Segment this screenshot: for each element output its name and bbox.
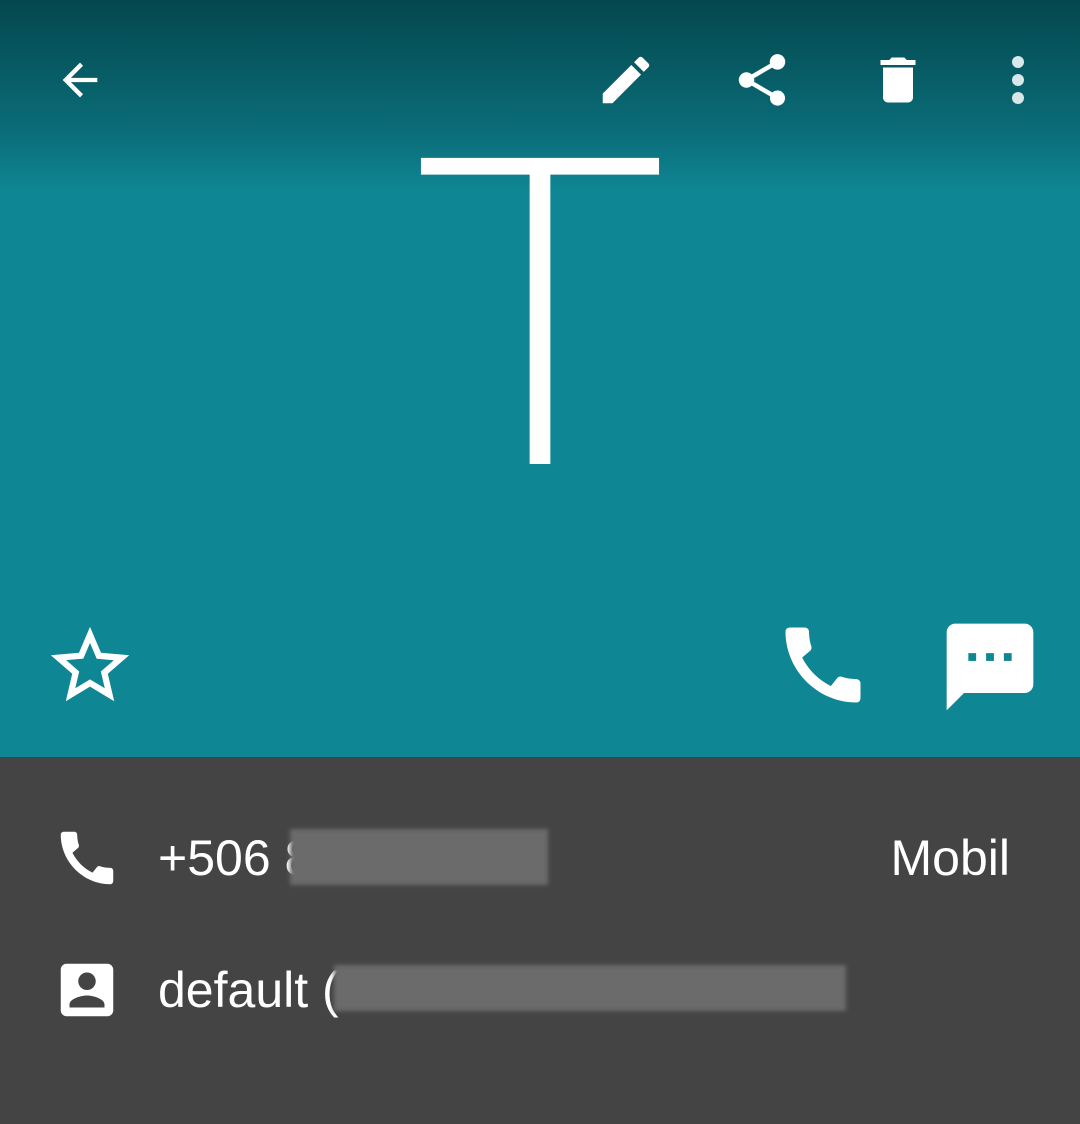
account-row[interactable]: default ( [0,935,1080,1045]
contact-details: +506 8 Mobil default ( [0,757,1080,1124]
phone-row[interactable]: +506 8 Mobil [0,803,1080,913]
favorite-button[interactable] [40,618,140,714]
share-icon [738,54,786,106]
delete-button[interactable] [862,44,934,116]
redacted-phone-number [290,829,548,885]
account-box-icon [52,955,122,1025]
more-options-button[interactable] [984,44,1052,116]
star-outline-icon [50,626,130,702]
contact-avatar-letter: T [411,75,669,564]
message-icon [946,623,1034,711]
phone-icon [785,627,861,703]
arrow-back-icon [62,62,98,98]
message-button[interactable] [936,614,1044,720]
call-button[interactable] [770,612,876,718]
account-name: default ( [158,962,339,1018]
contact-header: T [0,0,1080,757]
more-vert-icon [1012,56,1024,104]
phone-type-label: Mobil [890,830,1010,886]
phone-icon [52,823,122,893]
trash-icon [880,57,916,103]
share-button[interactable] [726,44,798,116]
back-button[interactable] [44,44,116,116]
redacted-account-name [334,965,846,1011]
